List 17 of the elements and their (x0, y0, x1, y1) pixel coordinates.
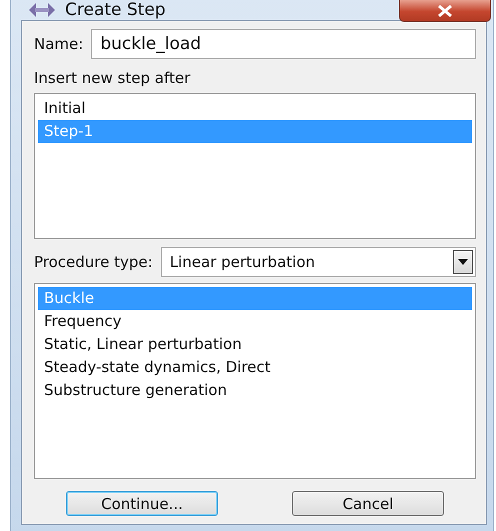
close-icon (437, 4, 453, 16)
continue-button[interactable]: Continue... (66, 491, 218, 516)
name-field[interactable]: buckle_load (91, 29, 476, 59)
move-arrows-icon (29, 2, 55, 18)
procedure-item[interactable]: Static, Linear perturbation (38, 333, 472, 356)
procedure-type-dropdown[interactable]: Linear perturbation (160, 247, 476, 277)
procedure-item[interactable]: Substructure generation (38, 379, 472, 402)
procedure-item[interactable]: Frequency (38, 310, 472, 333)
insert-after-label: Insert new step after (34, 69, 192, 87)
window-title: Create Step (65, 0, 166, 20)
step-item[interactable]: Initial (38, 97, 472, 120)
caret-icon (458, 259, 468, 265)
procedure-item[interactable]: Steady-state dynamics, Direct (38, 356, 472, 379)
name-label: Name: (34, 35, 84, 53)
close-button[interactable] (399, 0, 491, 22)
procedure-type-label: Procedure type: (34, 253, 153, 271)
cancel-button[interactable]: Cancel (292, 491, 444, 516)
